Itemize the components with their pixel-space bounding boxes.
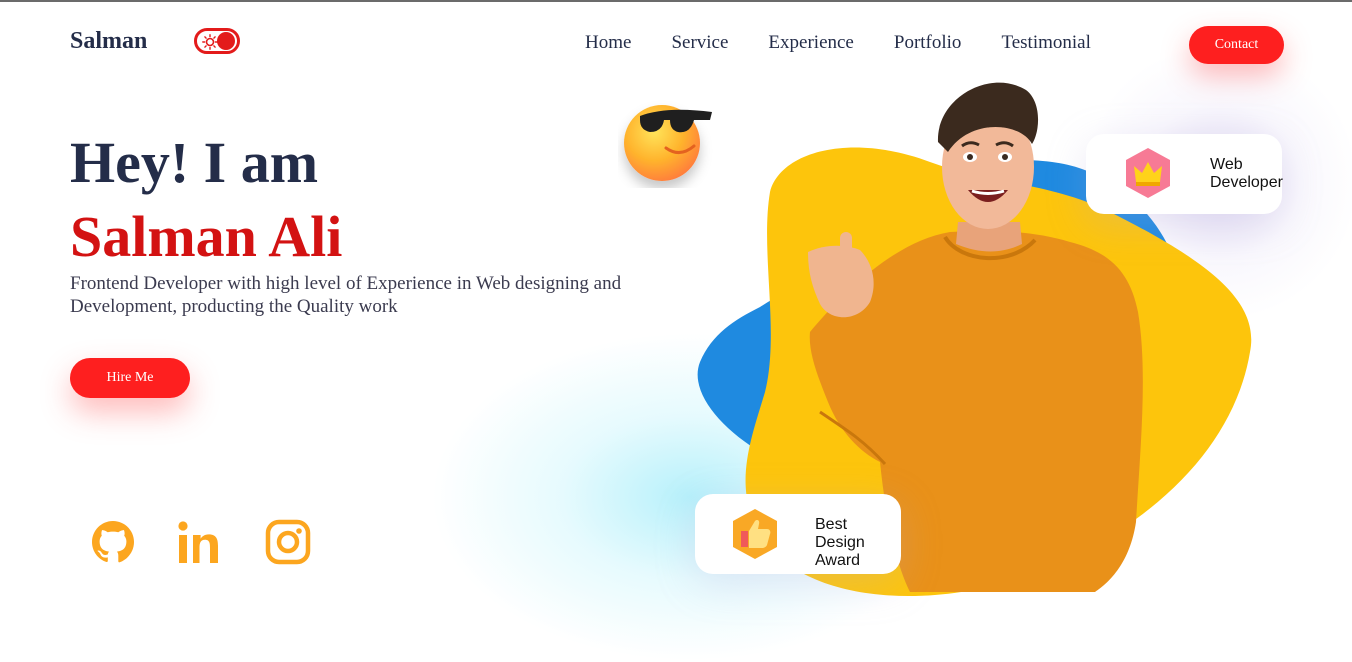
hire-me-button[interactable]: Hire Me [70, 358, 190, 398]
web-developer-line1: Web [1210, 156, 1243, 173]
web-developer-card: Web Developer [1086, 134, 1283, 214]
hero-description: Frontend Developer with high level of Ex… [70, 273, 622, 317]
nav-item-home[interactable]: Home [585, 32, 631, 54]
brand-logo[interactable]: Salman [70, 28, 147, 55]
github-icon[interactable] [89, 518, 137, 566]
nav-item-testimonial[interactable]: Testimonial [1001, 32, 1090, 54]
instagram-icon[interactable] [264, 518, 312, 566]
theme-toggle[interactable] [194, 28, 240, 54]
sun-icon [202, 34, 218, 50]
crown-icon [1126, 148, 1170, 198]
main-nav: Home Service Experience Portfolio Testim… [585, 32, 1091, 54]
best-design-award-card: Best Design Award [695, 494, 901, 574]
nav-item-service[interactable]: Service [671, 32, 728, 54]
hero-greeting: Hey! I am [70, 130, 319, 195]
hero-name: Salman Ali [70, 204, 343, 269]
toggle-knob [217, 32, 235, 50]
thumbs-up-icon [733, 509, 777, 559]
contact-button[interactable]: Contact [1189, 26, 1284, 64]
nav-item-experience[interactable]: Experience [768, 32, 853, 54]
web-developer-line2: Developer [1210, 174, 1283, 191]
best-design-line1: Best Design [815, 516, 865, 551]
linkedin-icon[interactable] [176, 518, 224, 566]
best-design-line2: Award [815, 552, 861, 569]
nav-item-portfolio[interactable]: Portfolio [894, 32, 962, 54]
